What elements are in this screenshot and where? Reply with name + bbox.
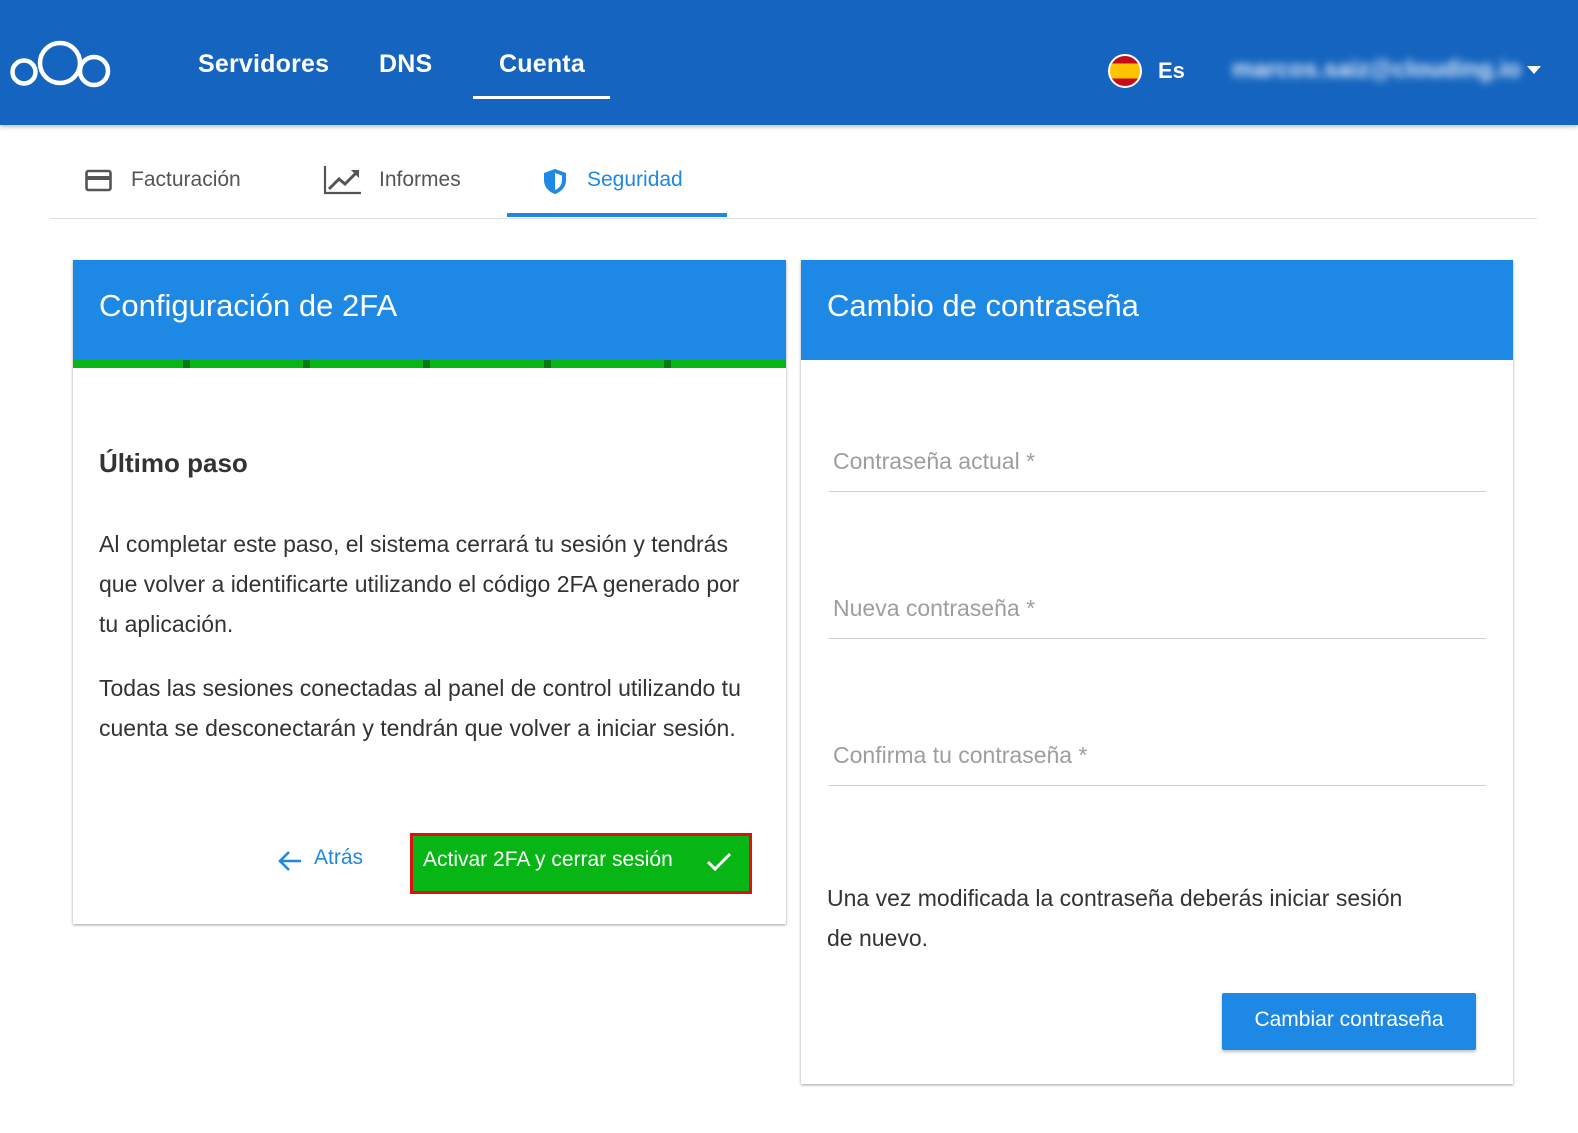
current-password-field[interactable] (829, 432, 1486, 492)
twofa-card-title: Configuración de 2FA (99, 288, 398, 323)
twofa-card: Configuración de 2FA Último paso Al comp… (73, 260, 786, 924)
spain-flag-icon[interactable] (1108, 54, 1142, 88)
arrow-left-icon (278, 851, 301, 871)
step-title: Último paso (99, 448, 248, 478)
tab-informes-label: Informes (379, 168, 461, 191)
nav-servidores[interactable]: Servidores (198, 50, 329, 79)
cloud-circles-logo-icon[interactable] (10, 36, 112, 92)
trending-chart-icon (323, 166, 361, 195)
active-nav-indicator (473, 96, 610, 99)
progress-step-divider (183, 360, 190, 368)
progress-step-divider (664, 360, 671, 368)
tab-facturacion[interactable]: Facturación (84, 160, 264, 216)
change-password-button-label: Cambiar contraseña (1254, 1008, 1444, 1031)
progress-step-divider (303, 360, 310, 368)
password-card-header: Cambio de contraseña (801, 260, 1513, 360)
password-change-card: Cambio de contraseña Una vez modificada … (801, 260, 1513, 1084)
nav-cuenta[interactable]: Cuenta (499, 50, 585, 79)
credit-card-icon (85, 169, 112, 192)
caret-down-icon[interactable] (1527, 66, 1541, 74)
top-navigation-bar: Servidores DNS Cuenta Es marcos.saiz@clo… (0, 0, 1578, 125)
twofa-card-header: Configuración de 2FA (73, 260, 786, 360)
active-tab-indicator (507, 213, 727, 217)
progress-step-divider (423, 360, 430, 368)
confirm-password-input[interactable] (829, 726, 1486, 784)
field-underline (829, 785, 1486, 786)
progress-step-divider (544, 360, 551, 368)
password-change-note: Una vez modificada la contraseña deberás… (827, 885, 1403, 951)
activate-2fa-logout-button[interactable]: Activar 2FA y cerrar sesión (410, 833, 752, 894)
field-underline (829, 638, 1486, 639)
tab-informes[interactable]: Informes (323, 160, 483, 216)
tab-facturacion-label: Facturación (131, 168, 241, 191)
current-password-input[interactable] (829, 432, 1486, 490)
language-label[interactable]: Es (1158, 58, 1185, 84)
activate-button-label: Activar 2FA y cerrar sesión (423, 848, 673, 871)
back-button-label: Atrás (314, 846, 364, 869)
change-password-button[interactable]: Cambiar contraseña (1222, 993, 1476, 1050)
tabs-divider (50, 218, 1537, 219)
check-icon (706, 852, 732, 872)
new-password-field[interactable] (829, 579, 1486, 639)
nav-dns[interactable]: DNS (379, 50, 432, 79)
password-card-title: Cambio de contraseña (827, 288, 1139, 323)
tab-seguridad-label: Seguridad (587, 168, 683, 191)
field-underline (829, 491, 1486, 492)
step-description: Al completar este paso, el sistema cerra… (99, 531, 740, 637)
tab-seguridad[interactable]: Seguridad (541, 160, 711, 216)
new-password-input[interactable] (829, 579, 1486, 637)
twofa-progress-bar (73, 360, 786, 368)
confirm-password-field[interactable] (829, 726, 1486, 786)
shield-icon (544, 169, 566, 194)
user-email-menu[interactable]: marcos.saiz@clouding.io (1232, 56, 1521, 84)
sessions-warning: Todas las sesiones conectadas al panel d… (99, 675, 741, 741)
